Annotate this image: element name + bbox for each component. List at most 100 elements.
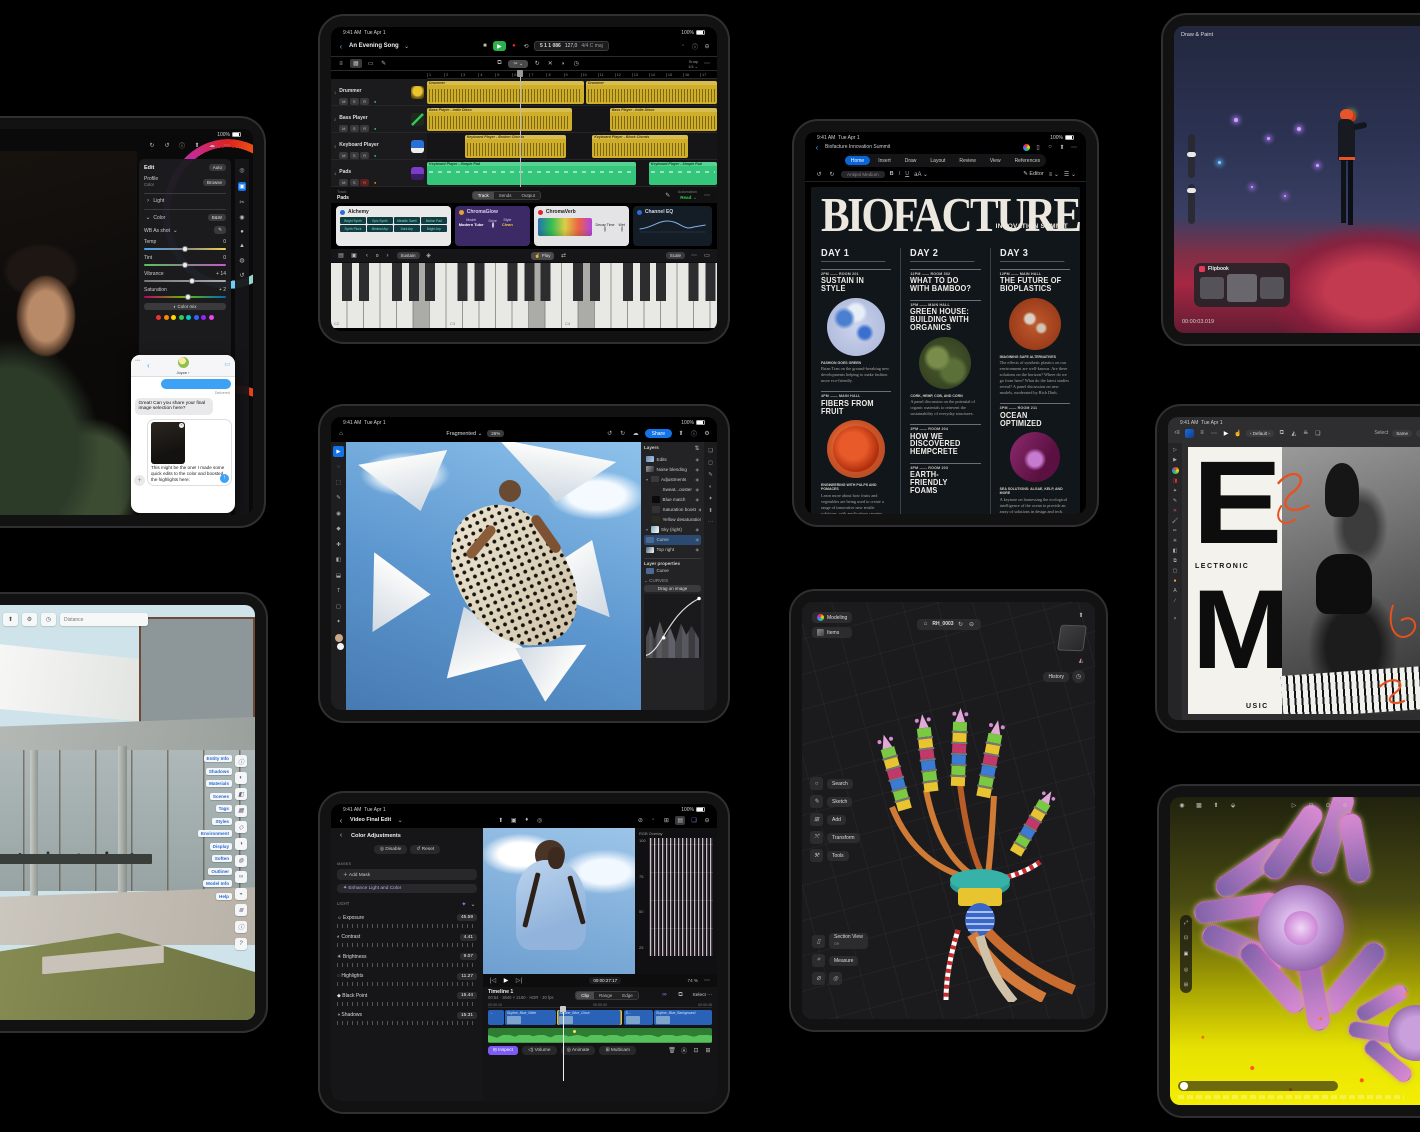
preset-selector[interactable]: ‹ Default › (1246, 430, 1274, 437)
edit-mode-pill[interactable]: ✂ ⌄ (508, 60, 528, 68)
layer-row[interactable]: Sweat...ooster◉ (644, 484, 701, 494)
track-row-keyboard[interactable]: 3Keyboard PlayerMSR● Keyboard Player - B… (331, 133, 717, 160)
blend-icon[interactable]: ⇅ (693, 445, 701, 452)
foreground-color[interactable] (335, 634, 343, 642)
piano-keyboard[interactable]: C2 C3 C4 (331, 262, 717, 328)
exposure-slider[interactable]: ☼ Exposure45.59 (337, 914, 477, 921)
same-button[interactable]: Same (1392, 430, 1412, 437)
curves-section[interactable]: ⌄ CURVES (644, 578, 701, 584)
collapse-icon[interactable]: ⌄ (469, 901, 477, 908)
color-mix-button[interactable]: ◐ Color mix (144, 303, 226, 310)
stop-icon[interactable]: ◻ (1307, 802, 1315, 809)
distance-input[interactable] (60, 613, 148, 626)
undo-icon[interactable]: ↺ (163, 141, 171, 150)
list-icon[interactable]: ☰ ⌄ (1064, 171, 1076, 178)
help-icon[interactable]: ⓘ (691, 42, 699, 51)
effects-icon[interactable]: ❑ (690, 817, 698, 824)
overwrite-icon[interactable]: ⊞ (704, 1047, 712, 1054)
prev-frame-icon[interactable]: |◁ (489, 977, 497, 984)
automation-mode[interactable]: AutomationRead ⌄ (678, 189, 697, 201)
check-icon[interactable]: ◦ (649, 817, 657, 823)
device-icon[interactable]: ▯ (1034, 144, 1042, 151)
search-icon[interactable]: ○ (1046, 144, 1054, 150)
save-icon[interactable]: ⬆ (1212, 802, 1220, 809)
volume-button[interactable]: ◁) Volume (522, 1046, 557, 1055)
brush-size-slider[interactable] (1188, 134, 1195, 178)
background-color[interactable] (337, 643, 344, 650)
layer-row[interactable]: Yellow desaturation◉ (644, 515, 701, 525)
cad-panel-icons[interactable]: ⓘ◐◧▦◇◑◍∞◒≣ⓘ? (235, 755, 247, 950)
document-name[interactable]: Fragmented ⌄ (446, 431, 482, 437)
snap-icon[interactable]: ⧉ (677, 992, 685, 999)
more-icon[interactable]: ⋯ (703, 977, 711, 984)
auto-button[interactable]: Auto (209, 164, 226, 171)
sustain-button[interactable]: Sustain (397, 252, 420, 259)
cad-toolbar[interactable]: ↺ ↻ ⬆ ⚙ ◷ (0, 613, 148, 626)
settings-icon[interactable]: ◦ (679, 43, 687, 49)
tab-draw[interactable]: Draw (899, 156, 923, 165)
play-icon[interactable]: ▶ (502, 977, 510, 984)
tab-insert[interactable]: Insert (872, 156, 897, 165)
keyboard-icon[interactable]: ▤ (337, 252, 345, 259)
octave-down-icon[interactable]: ‹ (363, 253, 371, 259)
timeline-zoom[interactable]: 74 % (688, 978, 698, 983)
attached-image[interactable]: × (151, 422, 185, 464)
disable-clip-icon[interactable]: ⊘ (636, 817, 644, 824)
inspect-button[interactable]: ⊟ Inspect (488, 1046, 518, 1055)
scale-button[interactable]: Scale (666, 252, 685, 259)
regions-view-icon[interactable]: ▦ (350, 59, 362, 68)
temp-slider[interactable]: Temp0 (144, 239, 226, 250)
back-icon[interactable]: ‹ (147, 361, 150, 370)
tool-transform[interactable]: ⤧Transform (810, 831, 860, 844)
tool-add[interactable]: ⊞Add (810, 813, 860, 826)
song-title[interactable]: An Evening Song (349, 43, 399, 49)
color-dot-row[interactable] (144, 315, 226, 320)
brightness-slider[interactable]: ☀ Brightness9.07 (337, 953, 477, 960)
playhead[interactable] (520, 71, 521, 187)
layer-row[interactable]: Edits◉ (644, 454, 701, 464)
wb-value[interactable]: As shot (153, 228, 170, 234)
alchemy-presets[interactable]: Bright SynthEpic SynthMetallic SwellMoti… (340, 217, 447, 232)
back-icon[interactable]: ‹ (337, 816, 345, 825)
minimize-icon[interactable]: ⊖ (703, 817, 711, 824)
section-view-button[interactable]: ▯Section ViewOff (812, 933, 868, 949)
next-frame-icon[interactable]: ▷| (515, 977, 523, 984)
audition-icon[interactable]: Ⓐ (680, 1046, 688, 1055)
loop-icon[interactable]: ↻ (533, 60, 541, 67)
bold-button[interactable]: B (890, 171, 894, 177)
black-point-slider[interactable]: ◆ Black Point15.44 (337, 992, 477, 999)
browser-icon[interactable]: ≡ (337, 61, 345, 67)
solo-button[interactable]: S (350, 98, 359, 105)
layer-row[interactable]: Top right◉ (644, 545, 701, 555)
bw-button[interactable]: B&W (208, 214, 226, 221)
share-button[interactable]: Share (645, 429, 672, 438)
select-tool[interactable]: ⬚ (333, 477, 344, 488)
more-icon[interactable]: ⋯ (703, 192, 711, 199)
color-section[interactable]: ⌄ Color (144, 214, 165, 221)
select-label[interactable]: Select (1374, 430, 1388, 436)
object-button[interactable]: Object (1416, 430, 1420, 437)
cloud-icon[interactable]: ☁ (632, 430, 640, 437)
timeline-ruler[interactable]: 00:00:1500:00:3000:00:45 (488, 1003, 712, 1008)
more-icon[interactable]: ⋯ (1070, 144, 1078, 151)
contact-name[interactable]: Joyce › (131, 370, 235, 375)
design-tool-rail[interactable]: ▷▶◨✦✎✕🖌✏✳◧⧉▢●A∕× (1168, 443, 1182, 720)
mic-icon[interactable]: ♦ (523, 817, 531, 823)
share-icon[interactable]: ⬆ (1077, 612, 1085, 619)
layer-group-row[interactable]: ▾Adjustments◉ (644, 474, 701, 484)
share-icon[interactable]: ⬆ (1058, 144, 1066, 151)
hide-icon[interactable]: ⊘ (812, 972, 825, 985)
layer-icon[interactable]: ❏ (1314, 430, 1322, 437)
split-icon[interactable]: ✕ (546, 60, 554, 67)
lock-icon[interactable]: ◈ (425, 252, 433, 259)
heal-tool[interactable]: ✚ (333, 539, 344, 550)
kbd-toggle-icon[interactable]: ▭ (703, 252, 711, 259)
stop-button[interactable]: ■ (481, 43, 489, 49)
layer-row[interactable]: Blue match◉ (644, 494, 701, 504)
snap-setting[interactable]: Snap1/4 ⌄ (688, 59, 698, 69)
editor-button[interactable]: ✎ Editor (1023, 171, 1044, 177)
airplay-icon[interactable]: ◎ (536, 817, 544, 824)
plugin-alchemy[interactable]: Alchemy Bright SynthEpic SynthMetallic S… (336, 206, 451, 246)
more-icon[interactable]: ⋯ (1210, 430, 1218, 437)
flipbook-panel[interactable]: Flipbook (1194, 263, 1290, 307)
